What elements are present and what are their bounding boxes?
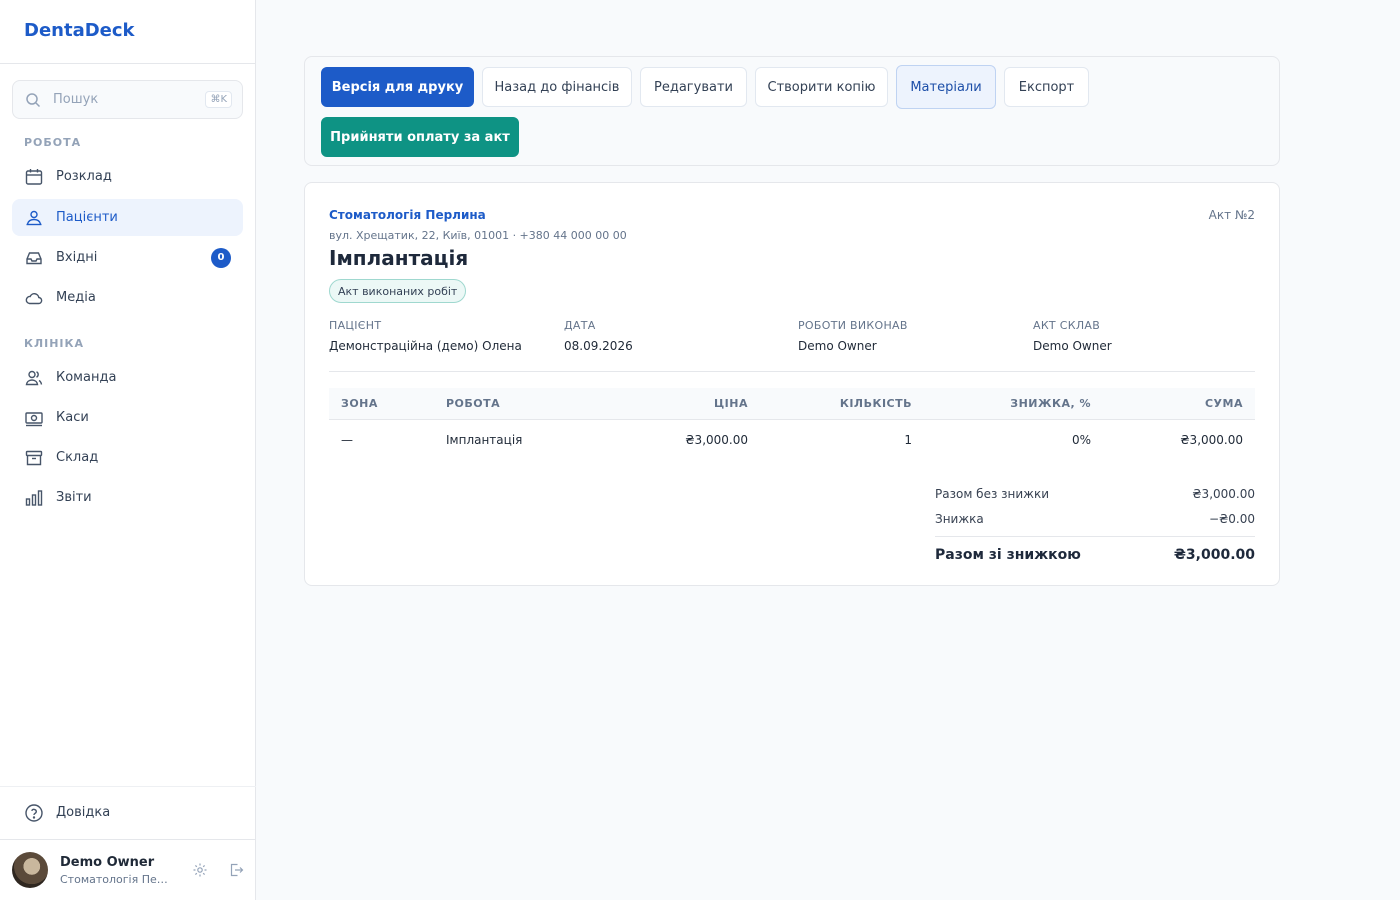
accept-payment-button[interactable]: Прийняти оплату за акт: [321, 117, 519, 157]
table-row: — Імплантація ₴3,000.00 1 0% ₴3,000.00: [329, 420, 1255, 460]
meta-label: ПАЦІЄНТ: [329, 319, 382, 332]
materials-button[interactable]: Матеріали: [896, 65, 996, 109]
logout-icon: [230, 863, 244, 877]
table-cell: Імплантація: [446, 433, 523, 447]
meta-label: РОБОТИ ВИКОНАВ: [798, 319, 908, 332]
meta-label: АКТ СКЛАВ: [1033, 319, 1101, 332]
sidebar-item-label: Звіти: [56, 490, 92, 505]
sidebar-item-label: Склад: [56, 450, 99, 465]
page-title: Імплантація: [329, 246, 469, 270]
team-icon: [25, 370, 43, 385]
inbox-icon: [26, 251, 42, 264]
sidebar-item-schedule[interactable]: Розклад: [12, 158, 243, 195]
column-header: ЗОНА: [341, 397, 378, 410]
subtotal-row: Разом без знижки ₴3,000.00: [935, 481, 1255, 506]
chart-icon: [25, 489, 43, 506]
sidebar-item-media[interactable]: Медіа: [12, 279, 243, 316]
discount-value: −₴0.00: [1208, 511, 1255, 526]
table-cell: ₴3,000.00: [1180, 433, 1243, 447]
column-header: ЗНИЖКА, %: [1010, 397, 1091, 410]
calendar-icon: [25, 168, 43, 185]
section-label-clinic: КЛІНІКА: [24, 337, 85, 350]
patients-icon: [26, 210, 42, 225]
logout-button[interactable]: [218, 852, 254, 888]
totals-block: Разом без знижки ₴3,000.00 Знижка −₴0.00…: [935, 481, 1255, 573]
column-header: СУМА: [1204, 397, 1243, 410]
user-org: Стоматологія Перлина: [60, 872, 170, 886]
table-cell: 0%: [1071, 433, 1091, 447]
search-placeholder: Пошук: [53, 92, 99, 107]
search-input[interactable]: Пошук ⌘K: [12, 80, 243, 119]
user-panel: Demo Owner Стоматологія Перлина: [12, 852, 244, 888]
table-cell: —: [341, 433, 353, 447]
divider: [0, 839, 256, 840]
user-name: Demo Owner: [60, 854, 155, 870]
avatar[interactable]: [12, 852, 48, 888]
help-icon: [25, 803, 43, 822]
meta-value: Demo Owner: [1033, 339, 1112, 353]
total-value: ₴3,000.00: [1173, 547, 1255, 563]
divider: [0, 786, 256, 787]
print-version-button[interactable]: Версія для друку: [321, 67, 474, 107]
cash-icon: [25, 411, 43, 426]
sidebar-item-patients[interactable]: Пацієнти: [12, 199, 243, 236]
sidebar-item-cash[interactable]: Каси: [12, 399, 243, 436]
sidebar-item-label: Вхідні: [56, 250, 98, 265]
search-icon: [26, 92, 41, 107]
inbox-count-badge: 0: [211, 247, 231, 268]
help-link[interactable]: Довідка: [12, 794, 243, 831]
divider: [329, 371, 1255, 372]
sidebar-item-label: Медіа: [56, 290, 96, 305]
sidebar-item-warehouse[interactable]: Склад: [12, 439, 243, 476]
gear-icon: [193, 863, 207, 877]
column-header: КІЛЬКІСТЬ: [839, 397, 912, 410]
section-label-work: РОБОТА: [24, 136, 82, 149]
column-header: ЦІНА: [713, 397, 748, 410]
settings-button[interactable]: [182, 852, 218, 888]
meta-date: ДАТА 08.09.2026: [564, 319, 633, 353]
subtotal-value: ₴3,000.00: [1192, 486, 1255, 501]
archive-icon: [25, 450, 43, 465]
sidebar: DentaDeck Пошук ⌘K РОБОТА Розклад Пацієн…: [0, 0, 256, 900]
brand-logo[interactable]: DentaDeck: [0, 0, 255, 64]
sidebar-item-reports[interactable]: Звіти: [12, 479, 243, 516]
meta-value: 08.09.2026: [564, 339, 633, 353]
act-number: Акт №2: [1208, 208, 1255, 222]
meta-compiled-by: АКТ СКЛАВ Demo Owner: [1033, 319, 1112, 353]
clinic-name: Стоматологія Перлина: [329, 208, 486, 222]
export-button[interactable]: Експорт: [1004, 67, 1089, 107]
clinic-address: вул. Хрещатик, 22, Київ, 01001 · +380 44…: [329, 229, 627, 242]
total-label: Разом зі знижкою: [935, 547, 1081, 563]
meta-patient: ПАЦІЄНТ Демонстраційна (демо) Олена: [329, 319, 522, 353]
status-badge: Акт виконаних робіт: [329, 279, 467, 303]
sidebar-item-label: Команда: [56, 370, 117, 385]
create-copy-button[interactable]: Створити копію: [755, 67, 888, 107]
cloud-icon: [25, 292, 43, 304]
sidebar-item-label: Розклад: [56, 169, 112, 184]
discount-row: Знижка −₴0.00: [935, 506, 1255, 531]
help-label: Довідка: [56, 805, 111, 820]
table-cell: 1: [904, 433, 912, 447]
meta-label: ДАТА: [564, 319, 596, 332]
meta-value: Demo Owner: [798, 339, 877, 353]
sidebar-item-label: Каси: [56, 410, 89, 425]
sidebar-item-team[interactable]: Команда: [12, 359, 243, 396]
table-cell: ₴3,000.00: [685, 433, 748, 447]
meta-performed-by: РОБОТИ ВИКОНАВ Demo Owner: [798, 319, 908, 353]
column-header: РОБОТА: [446, 397, 501, 410]
sidebar-item-inbox[interactable]: Вхідні 0: [12, 239, 243, 276]
table-header: ЗОНА РОБОТА ЦІНА КІЛЬКІСТЬ ЗНИЖКА, % СУМ…: [329, 388, 1255, 420]
works-table: ЗОНА РОБОТА ЦІНА КІЛЬКІСТЬ ЗНИЖКА, % СУМ…: [329, 388, 1255, 460]
meta-value: Демонстраційна (демо) Олена: [329, 339, 522, 353]
back-to-finance-button[interactable]: Назад до фінансів: [482, 67, 632, 107]
discount-label: Знижка: [935, 511, 984, 526]
edit-button[interactable]: Редагувати: [640, 67, 747, 107]
total-row: Разом зі знижкою ₴3,000.00: [935, 537, 1255, 573]
subtotal-label: Разом без знижки: [935, 486, 1050, 501]
search-shortcut: ⌘K: [205, 91, 232, 108]
act-document: Стоматологія Перлина вул. Хрещатик, 22, …: [304, 182, 1280, 586]
action-toolbar: Версія для друку Назад до фінансів Редаг…: [304, 56, 1280, 166]
sidebar-item-label: Пацієнти: [56, 210, 118, 225]
